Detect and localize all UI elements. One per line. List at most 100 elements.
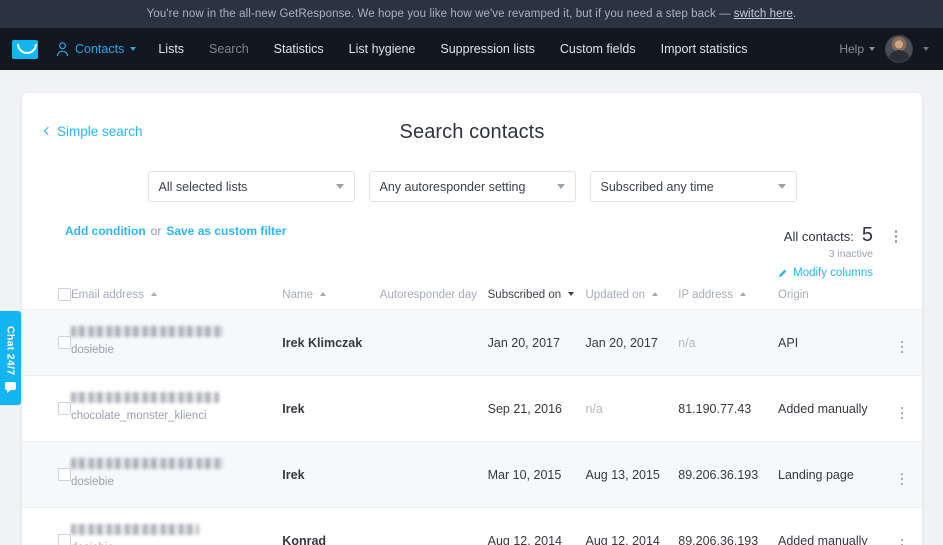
nav-item-lists[interactable]: Lists <box>158 42 184 56</box>
main-navbar: Contacts Lists Search Statistics List hy… <box>0 28 943 70</box>
sort-ascending-icon <box>740 292 746 296</box>
chevron-left-icon <box>44 127 52 135</box>
col-subscribed-on[interactable]: Subscribed on <box>488 282 586 310</box>
nav-item-list-hygiene[interactable]: List hygiene <box>349 42 416 56</box>
contacts-counter: All contacts: 5 3 inactive Modify column… <box>778 224 899 279</box>
row-checkbox[interactable] <box>58 402 71 415</box>
row-select-cell <box>22 442 71 508</box>
simple-search-back-link[interactable]: Simple search <box>45 124 143 139</box>
envelope-icon[interactable] <box>12 40 38 59</box>
table-header: Email address Name Autoresponder day Sub… <box>22 282 922 310</box>
page-title: Search contacts <box>22 93 922 144</box>
table-body: dosiebie Irek Klimczak Jan 20, 2017 Jan … <box>22 310 922 545</box>
col-autoresponder-day[interactable]: Autoresponder day <box>380 282 488 310</box>
pencil-icon <box>778 268 788 278</box>
switch-here-link[interactable]: switch here <box>734 8 793 20</box>
modify-columns-label: Modify columns <box>793 267 873 279</box>
col-origin[interactable]: Origin <box>778 282 882 310</box>
row-overflow-menu-icon[interactable] <box>901 407 904 420</box>
cell-ip-address: 81.190.77.43 <box>678 376 778 442</box>
filters-row: All selected lists Any autoresponder set… <box>22 171 922 202</box>
cell-name: Irek <box>282 442 379 508</box>
nav-item-search[interactable]: Search <box>209 42 249 56</box>
navbar-right: Help <box>839 35 929 63</box>
cell-name: Konrad <box>282 508 379 545</box>
col-ip-address[interactable]: IP address <box>678 282 778 310</box>
chat-tab-label: Chat 24/7 <box>5 326 17 375</box>
row-overflow-menu-icon[interactable] <box>901 341 904 354</box>
avatar[interactable] <box>885 35 913 63</box>
help-menu[interactable]: Help <box>839 42 875 56</box>
cell-email: dosiebie <box>71 508 282 545</box>
cell-autoresponder-day <box>380 508 488 545</box>
row-select-cell <box>22 508 71 545</box>
col-origin-label: Origin <box>778 289 809 301</box>
add-condition-link[interactable]: Add condition <box>65 224 146 238</box>
save-custom-filter-link[interactable]: Save as custom filter <box>166 224 286 238</box>
table-row[interactable]: dosiebie Irek Mar 10, 2015 Aug 13, 2015 … <box>22 442 922 508</box>
person-icon <box>56 42 69 57</box>
chevron-down-icon[interactable] <box>923 47 929 51</box>
redacted-email-icon <box>71 326 223 337</box>
col-updated-on[interactable]: Updated on <box>586 282 679 310</box>
modify-columns-link[interactable]: Modify columns <box>778 267 873 279</box>
redacted-email-icon <box>71 392 219 403</box>
cell-actions <box>882 310 922 376</box>
cell-email: chocolate_monster_klienci <box>71 376 282 442</box>
row-overflow-menu-icon[interactable] <box>901 539 904 545</box>
nav-item-suppression-lists[interactable]: Suppression lists <box>440 42 535 56</box>
lists-filter-value: All selected lists <box>159 180 248 194</box>
nav-item-statistics[interactable]: Statistics <box>274 42 324 56</box>
col-subscribed-label: Subscribed on <box>488 289 562 301</box>
col-actions <box>882 282 922 310</box>
cell-name: Irek Klimczak <box>282 310 379 376</box>
cell-updated-on: Aug 12, 2014 <box>586 508 679 545</box>
table-row[interactable]: dosiebie Konrad Aug 12, 2014 Aug 12, 201… <box>22 508 922 545</box>
row-select-cell <box>22 376 71 442</box>
or-label: or <box>151 224 162 238</box>
row-checkbox[interactable] <box>58 534 71 545</box>
subscribed-filter-select[interactable]: Subscribed any time <box>590 171 797 202</box>
email-list-name: dosiebie <box>71 475 282 491</box>
cell-updated-on: Aug 13, 2015 <box>586 442 679 508</box>
cell-email: dosiebie <box>71 442 282 508</box>
counter-overflow-menu-icon[interactable] <box>895 230 898 243</box>
nav-item-custom-fields[interactable]: Custom fields <box>560 42 636 56</box>
nav-item-import-statistics[interactable]: Import statistics <box>661 42 748 56</box>
table-row[interactable]: dosiebie Irek Klimczak Jan 20, 2017 Jan … <box>22 310 922 376</box>
cell-origin: Added manually <box>778 508 882 545</box>
select-all-checkbox[interactable] <box>58 288 71 301</box>
col-name[interactable]: Name <box>282 282 379 310</box>
row-checkbox[interactable] <box>58 468 71 481</box>
sort-ascending-icon <box>652 292 658 296</box>
autoresponder-filter-select[interactable]: Any autoresponder setting <box>369 171 576 202</box>
conditions-row: Add condition or Save as custom filter A… <box>22 224 922 282</box>
nav-item-contacts[interactable]: Contacts <box>56 42 136 57</box>
chevron-down-icon <box>557 184 565 189</box>
cell-autoresponder-day <box>380 310 488 376</box>
cell-autoresponder-day <box>380 442 488 508</box>
cell-updated-on: n/a <box>586 376 679 442</box>
redacted-email-icon <box>71 458 223 469</box>
subscribed-filter-value: Subscribed any time <box>601 180 714 194</box>
row-overflow-menu-icon[interactable] <box>901 473 904 486</box>
banner-text: You're now in the all-new GetResponse. W… <box>147 8 731 20</box>
cell-subscribed-on: Aug 12, 2014 <box>488 508 586 545</box>
cell-actions <box>882 508 922 545</box>
nav-contacts-label: Contacts <box>75 42 124 56</box>
chevron-down-icon <box>869 47 875 51</box>
autoresponder-filter-value: Any autoresponder setting <box>380 180 526 194</box>
cell-updated-on: Jan 20, 2017 <box>586 310 679 376</box>
lists-filter-select[interactable]: All selected lists <box>148 171 355 202</box>
cell-name: Irek <box>282 376 379 442</box>
cell-origin: API <box>778 310 882 376</box>
chat-support-tab[interactable]: Chat 24/7 <box>0 310 22 406</box>
row-select-cell <box>22 310 71 376</box>
col-email-address[interactable]: Email address <box>71 282 282 310</box>
back-link-label: Simple search <box>57 124 143 139</box>
col-autoresponder-label: Autoresponder day <box>380 289 477 301</box>
table-row[interactable]: chocolate_monster_klienci Irek Sep 21, 2… <box>22 376 922 442</box>
banner-period: . <box>793 8 796 20</box>
row-checkbox[interactable] <box>58 336 71 349</box>
sort-ascending-icon <box>151 292 157 296</box>
